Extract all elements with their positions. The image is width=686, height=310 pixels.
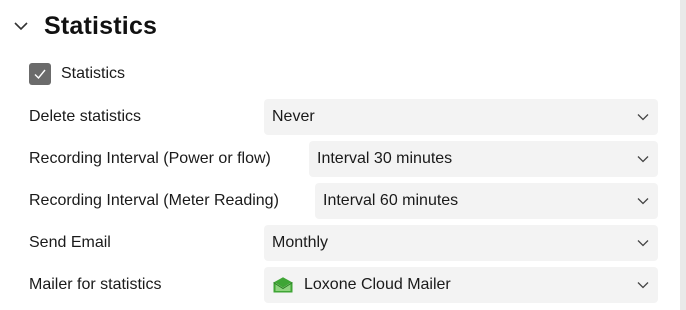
chevron-down-icon: [637, 156, 649, 163]
checkmark-icon: [34, 69, 46, 80]
send-email-label: Send Email: [29, 234, 111, 251]
chevron-down-icon[interactable]: [10, 15, 32, 37]
send-email-value: Monthly: [272, 234, 329, 251]
delete-statistics-value: Never: [272, 108, 315, 125]
statistics-checkbox-label: Statistics: [61, 65, 126, 82]
recording-interval-meter-label: Recording Interval (Meter Reading): [29, 192, 279, 209]
recording-interval-meter-select[interactable]: Interval 60 minutes: [315, 183, 658, 219]
recording-interval-power-select[interactable]: Interval 30 minutes: [309, 141, 658, 177]
delete-statistics-label: Delete statistics: [29, 108, 142, 125]
section-title: Statistics: [44, 11, 158, 40]
statistics-checkbox[interactable]: [29, 63, 51, 85]
send-email-select[interactable]: Monthly: [264, 225, 658, 261]
chevron-down-icon: [637, 240, 649, 247]
section-header[interactable]: Statistics: [10, 8, 157, 44]
recording-interval-power-value: Interval 30 minutes: [317, 150, 453, 167]
mailer-for-statistics-value: Loxone Cloud Mailer: [304, 276, 451, 293]
mailer-for-statistics-label: Mailer for statistics: [29, 276, 162, 293]
delete-statistics-select[interactable]: Never: [264, 99, 658, 135]
mail-envelope-icon: [273, 277, 293, 293]
scrollbar-track[interactable]: [680, 0, 686, 310]
recording-interval-meter-value: Interval 60 minutes: [323, 192, 459, 209]
statistics-checkbox-row[interactable]: Statistics: [29, 62, 125, 86]
chevron-down-icon: [637, 114, 649, 121]
chevron-down-icon: [637, 198, 649, 205]
recording-interval-power-label: Recording Interval (Power or flow): [29, 150, 271, 167]
chevron-down-icon: [637, 282, 649, 289]
mailer-for-statistics-select[interactable]: Loxone Cloud Mailer: [264, 267, 658, 303]
